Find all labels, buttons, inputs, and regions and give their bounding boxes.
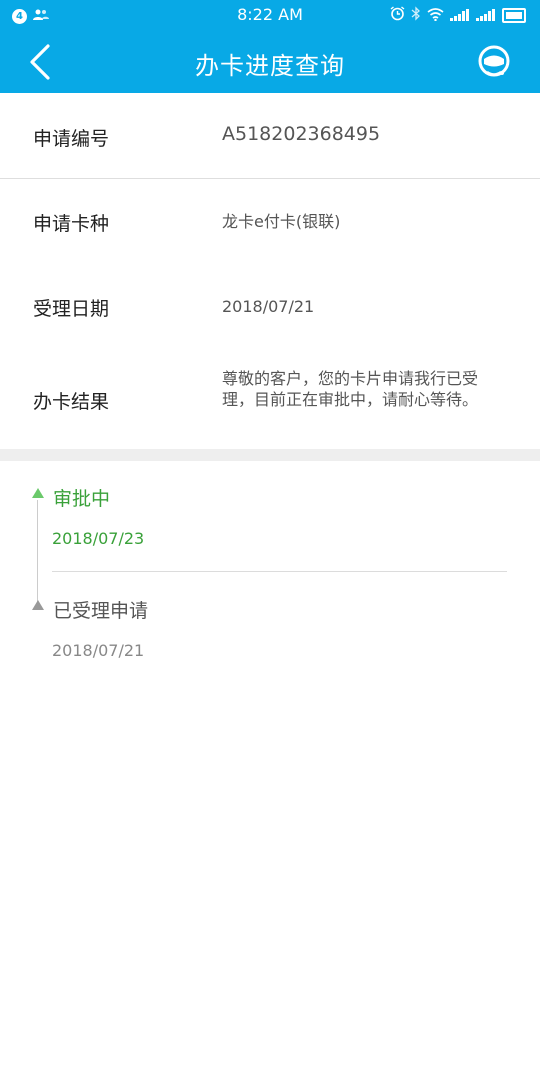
card-type-row: 申请卡种 龙卡e付卡(银联) bbox=[0, 179, 540, 264]
result-value: 尊敬的客户，您的卡片申请我行已受理，目前正在审批中，请耐心等待。 bbox=[222, 369, 479, 409]
step-title: 已受理申请 bbox=[53, 600, 149, 622]
done-step-marker-icon bbox=[32, 600, 44, 610]
result-label: 办卡结果 bbox=[33, 391, 110, 413]
status-bar: 4 8:22 AM bbox=[0, 0, 540, 30]
accept-date-row: 受理日期 2018/07/21 bbox=[0, 264, 540, 349]
step-date: 2018/07/21 bbox=[52, 641, 145, 660]
signal-icon-1 bbox=[450, 7, 470, 25]
app-header: 办卡进度查询 bbox=[0, 30, 540, 93]
timeline-line bbox=[37, 500, 38, 603]
accept-date-value: 2018/07/21 bbox=[222, 297, 315, 316]
customer-service-icon bbox=[478, 45, 510, 77]
wifi-icon bbox=[427, 7, 444, 25]
timeline-divider bbox=[52, 571, 507, 572]
signal-icon-2 bbox=[476, 7, 496, 25]
step-date: 2018/07/23 bbox=[52, 529, 145, 548]
application-number-row: 申请编号 A518202368495 bbox=[0, 93, 540, 178]
customer-service-button[interactable] bbox=[474, 41, 514, 81]
card-type-label: 申请卡种 bbox=[33, 213, 110, 235]
accept-date-label: 受理日期 bbox=[33, 298, 110, 320]
battery-icon bbox=[502, 8, 526, 23]
application-number-label: 申请编号 bbox=[33, 128, 110, 150]
bluetooth-icon bbox=[411, 6, 421, 25]
page-title: 办卡进度查询 bbox=[195, 52, 345, 80]
application-number-value: A518202368495 bbox=[222, 123, 381, 145]
active-step-marker-icon bbox=[32, 488, 44, 498]
step-title: 审批中 bbox=[53, 488, 111, 510]
status-right-icons bbox=[390, 6, 526, 25]
card-type-value: 龙卡e付卡(银联) bbox=[222, 212, 341, 231]
alarm-icon bbox=[390, 6, 405, 25]
section-separator bbox=[0, 449, 540, 461]
result-row: 办卡结果 尊敬的客户，您的卡片申请我行已受理，目前正在审批中，请耐心等待。 bbox=[0, 349, 540, 449]
